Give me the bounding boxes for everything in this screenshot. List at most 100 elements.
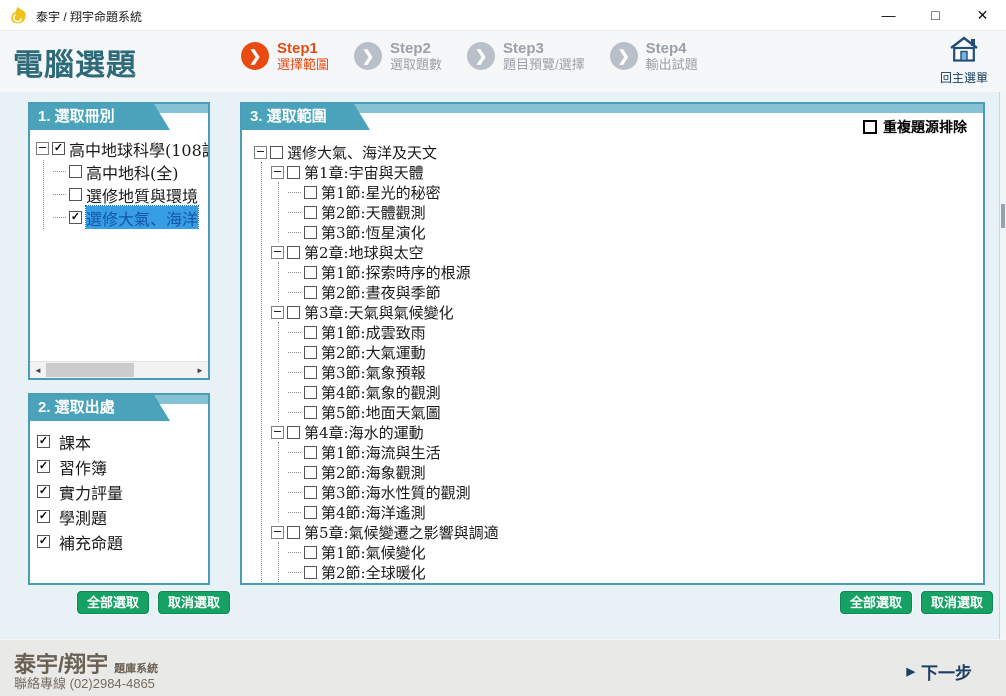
tree-row[interactable]: 第2節:海象觀測 — [288, 462, 983, 482]
tree-checkbox[interactable] — [287, 526, 300, 539]
tree-row[interactable]: 第2節:天體觀測 — [288, 202, 983, 222]
tree-row[interactable]: 第5章:氣候變遷之影響與調適 — [271, 522, 983, 542]
tree-checkbox[interactable] — [304, 286, 317, 299]
tree-checkbox[interactable] — [287, 166, 300, 179]
deselect-button-right[interactable]: 取消選取 — [921, 591, 993, 614]
source-checkbox[interactable]: ✓ — [37, 435, 50, 448]
home-button[interactable]: 回主選單 — [932, 36, 996, 86]
tree-checkbox[interactable] — [270, 146, 283, 159]
tree-item-label[interactable]: 第1章:宇宙與天體 — [304, 162, 424, 183]
tree-checkbox[interactable] — [287, 246, 300, 259]
tree-row[interactable]: 第2章:地球與太空 — [271, 242, 983, 262]
scroll-left-icon[interactable]: ◄ — [30, 362, 46, 378]
tree-checkbox[interactable] — [304, 406, 317, 419]
maximize-button[interactable]: □ — [912, 0, 959, 30]
tree-row[interactable]: 第3節:恆星演化 — [288, 222, 983, 242]
tree-row[interactable]: 第3節:氣象預報 — [288, 362, 983, 382]
tree-item-label[interactable]: 第2節:天體觀測 — [321, 202, 426, 223]
tree-item-label[interactable]: 第2節:全球暖化 — [321, 562, 426, 583]
tree-row[interactable]: 第1節:氣候變化 — [288, 542, 983, 562]
tree-row[interactable]: 第2節:大氣運動 — [288, 342, 983, 362]
tree-checkbox[interactable] — [287, 306, 300, 319]
tree-row[interactable]: 第2節:全球暖化 — [288, 562, 983, 582]
tree-row[interactable]: 第1節:海流與生活 — [288, 442, 983, 462]
tree-row[interactable]: 第4節:海洋遙測 — [288, 502, 983, 522]
scrollbar-track[interactable] — [46, 362, 192, 378]
tree-item-label[interactable]: 第1節:海流與生活 — [321, 442, 441, 463]
tree-expander-icon[interactable] — [271, 306, 284, 319]
scroll-right-icon[interactable]: ► — [192, 362, 208, 378]
tree-item-label[interactable]: 第3節:恆星演化 — [321, 222, 426, 243]
tree-row[interactable]: 高中地科(全) — [53, 160, 206, 183]
tree-item-label[interactable]: 第4節:氣象的觀測 — [321, 382, 441, 403]
tree-item-label[interactable]: 第3節:海水性質的觀測 — [321, 482, 471, 503]
next-step-button[interactable]: ▶ 下一步 — [907, 659, 972, 684]
tree-expander-icon[interactable] — [271, 246, 284, 259]
source-option-row[interactable]: ✓學測題 — [37, 504, 208, 529]
tree-expander-icon[interactable] — [271, 426, 284, 439]
source-checkbox[interactable]: ✓ — [37, 485, 50, 498]
tree-item-label[interactable]: 第4節:海洋遙測 — [321, 502, 426, 523]
tree-item-label[interactable]: 第1節:氣候變化 — [321, 542, 426, 563]
tree-checkbox[interactable] — [69, 165, 82, 178]
tree-checkbox[interactable] — [304, 366, 317, 379]
tree-checkbox[interactable] — [304, 546, 317, 559]
tree-item-label[interactable]: 第2節:大氣運動 — [321, 342, 426, 363]
deselect-button-left[interactable]: 取消選取 — [158, 591, 230, 614]
dedupe-option[interactable]: 重複題源排除 — [863, 117, 967, 137]
tree-checkbox[interactable] — [304, 386, 317, 399]
tree-checkbox[interactable]: ✓ — [52, 142, 65, 155]
source-checkbox[interactable]: ✓ — [37, 510, 50, 523]
tree-checkbox[interactable] — [304, 486, 317, 499]
tree-item-label[interactable]: 第2章:地球與太空 — [304, 242, 424, 263]
vertical-scrollbar[interactable] — [999, 92, 1006, 640]
tree-expander-icon[interactable] — [36, 142, 49, 155]
select-all-button-right[interactable]: 全部選取 — [840, 591, 912, 614]
source-option-row[interactable]: ✓習作簿 — [37, 454, 208, 479]
tree-item-label[interactable]: 第3章:天氣與氣候變化 — [304, 302, 454, 323]
tree-item-label[interactable]: 第4章:海水的運動 — [304, 422, 424, 443]
tree-row[interactable]: 選修大氣、海洋及天文 — [254, 142, 983, 162]
tree-row[interactable]: ✓ 高中地球科學(108課綱) — [36, 137, 206, 160]
dedupe-checkbox[interactable] — [863, 120, 877, 134]
tree-checkbox[interactable] — [304, 186, 317, 199]
scrollbar-thumb[interactable] — [46, 363, 134, 377]
tree-item-label[interactable]: 高中地球科學(108課綱) — [69, 137, 208, 161]
tree-row[interactable]: 第2節:晝夜與季節 — [288, 282, 983, 302]
tree-item-label[interactable]: 第1節:星光的秘密 — [321, 182, 441, 203]
source-option-row[interactable]: ✓實力評量 — [37, 479, 208, 504]
tree-checkbox[interactable] — [304, 346, 317, 359]
tree-row[interactable]: 第1章:宇宙與天體 — [271, 162, 983, 182]
tree-checkbox[interactable] — [304, 326, 317, 339]
tree-item-label[interactable]: 選修地質與環境 — [86, 183, 198, 207]
source-option-row[interactable]: ✓補充命題 — [37, 529, 208, 554]
tree-item-label[interactable]: 高中地科(全) — [86, 160, 179, 184]
tree-expander-icon[interactable] — [271, 526, 284, 539]
source-checkbox[interactable]: ✓ — [37, 460, 50, 473]
tree-row[interactable]: 第1節:探索時序的根源 — [288, 262, 983, 282]
horizontal-scrollbar[interactable]: ◄ ► — [30, 361, 208, 378]
tree-checkbox[interactable] — [304, 226, 317, 239]
tree-item-label[interactable]: 第3節:氣象預報 — [321, 362, 426, 383]
tree-row[interactable]: 第4節:氣象的觀測 — [288, 382, 983, 402]
tree-expander-icon[interactable] — [254, 146, 267, 159]
select-all-button-left[interactable]: 全部選取 — [77, 591, 149, 614]
tree-item-label[interactable]: 第2節:晝夜與季節 — [321, 282, 441, 303]
tree-checkbox[interactable] — [287, 426, 300, 439]
tree-item-label[interactable]: 第5節:地面天氣圖 — [321, 402, 441, 423]
tree-item-label[interactable]: 選修大氣、海洋 — [86, 206, 198, 230]
tree-checkbox[interactable] — [69, 188, 82, 201]
tree-item-label[interactable]: 選修大氣、海洋及天文 — [287, 142, 437, 163]
tree-checkbox[interactable] — [304, 566, 317, 579]
tree-row[interactable]: 第5節:地面天氣圖 — [288, 402, 983, 422]
tree-item-label[interactable]: 第1節:探索時序的根源 — [321, 262, 471, 283]
tree-item-label[interactable]: 第5章:氣候變遷之影響與調適 — [304, 522, 499, 543]
tree-item-label[interactable]: 第1節:成雲致雨 — [321, 322, 426, 343]
minimize-button[interactable]: — — [865, 0, 912, 30]
tree-row[interactable]: 第1節:星光的秘密 — [288, 182, 983, 202]
tree-checkbox[interactable] — [304, 266, 317, 279]
tree-expander-icon[interactable] — [271, 166, 284, 179]
tree-checkbox[interactable] — [304, 206, 317, 219]
tree-row[interactable]: 選修地質與環境 — [53, 183, 206, 206]
tree-row[interactable]: 第3章:天氣與氣候變化 — [271, 302, 983, 322]
